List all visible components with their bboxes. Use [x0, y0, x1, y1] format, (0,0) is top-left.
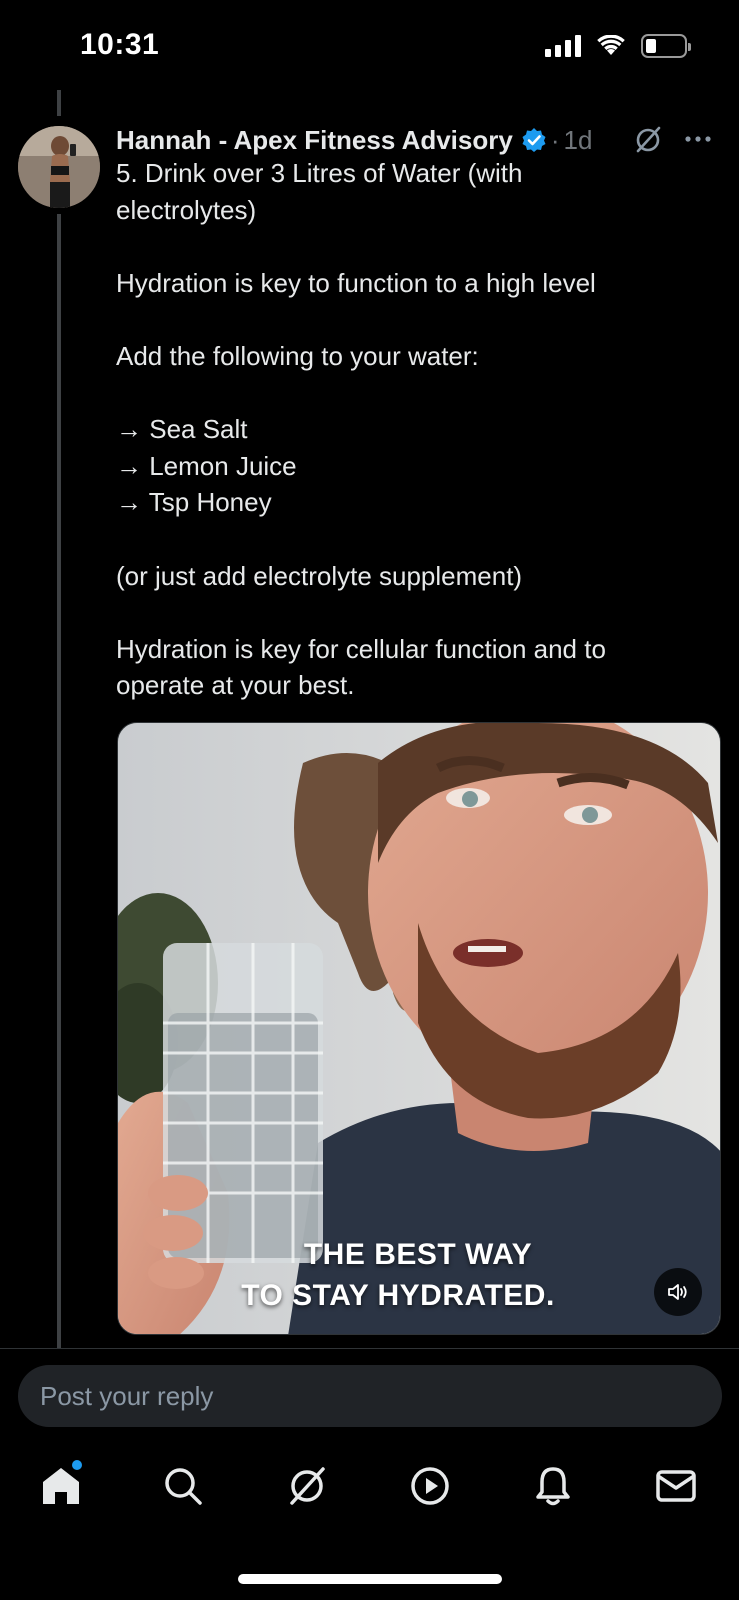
post-line: Add the following to your water: [116, 340, 479, 371]
home-icon [43, 1468, 79, 1504]
home-notification-dot [72, 1460, 82, 1470]
nav-notifications[interactable] [523, 1456, 583, 1516]
post-header: Hannah - Apex Fitness Advisory · 1d [116, 120, 715, 160]
avatar-image [18, 126, 100, 208]
video-caption-line1: THE BEST WAY [303, 1238, 533, 1271]
nav-video[interactable] [400, 1456, 460, 1516]
nav-home[interactable] [31, 1456, 91, 1516]
video-caption-line2: TO STAY HYDRATED. [241, 1279, 555, 1312]
mute-button[interactable] [654, 1268, 702, 1316]
status-icons [545, 34, 691, 58]
nav-grok[interactable] [277, 1456, 337, 1516]
post-line: → Sea Salt [116, 414, 248, 445]
cellular-signal-icon [545, 35, 581, 57]
post-line: Hydration is key for cellular function a… [116, 633, 606, 664]
reply-box[interactable] [18, 1365, 722, 1427]
grok-icon [290, 1467, 325, 1505]
post-timestamp[interactable]: 1d [564, 125, 593, 156]
home-indicator [238, 1574, 502, 1584]
post-video[interactable]: THE BEST WAY TO STAY HYDRATED. [117, 722, 721, 1335]
grok-icon[interactable] [633, 125, 663, 155]
divider [0, 1348, 739, 1349]
bottom-nav [0, 1448, 739, 1528]
search-icon [165, 1468, 202, 1505]
wifi-icon [597, 35, 625, 55]
reply-input[interactable] [40, 1365, 680, 1427]
post-line: electrolytes) [116, 194, 257, 225]
separator-dot: · [550, 124, 560, 155]
nav-messages[interactable] [646, 1456, 706, 1516]
video-icon [411, 1467, 449, 1505]
speaker-muted-icon [668, 1284, 687, 1300]
post-line: → Tsp Honey [116, 487, 272, 518]
post-line: (or just add electrolyte supplement) [116, 560, 523, 591]
post-line: → Lemon Juice [116, 450, 297, 481]
author-name[interactable]: Hannah - Apex Fitness Advisory [116, 125, 513, 156]
notifications-icon [536, 1467, 570, 1506]
avatar[interactable] [18, 126, 100, 208]
battery-icon [641, 34, 691, 58]
post-line: operate at your best. [116, 670, 355, 701]
status-time: 10:31 [80, 28, 160, 61]
post-line: 5. Drink over 3 Litres of Water (with [116, 158, 523, 188]
verified-badge-icon [522, 128, 546, 152]
post-text: 5. Drink over 3 Litres of Water (with el… [116, 155, 716, 704]
messages-icon [656, 1470, 696, 1502]
thread-line-top [57, 90, 61, 116]
thread-line-bottom [57, 214, 61, 1348]
more-options-icon[interactable] [681, 122, 715, 156]
nav-search[interactable] [153, 1456, 213, 1516]
post-line: Hydration is key to function to a high l… [116, 267, 596, 298]
status-bar: 10:31 [0, 0, 739, 92]
